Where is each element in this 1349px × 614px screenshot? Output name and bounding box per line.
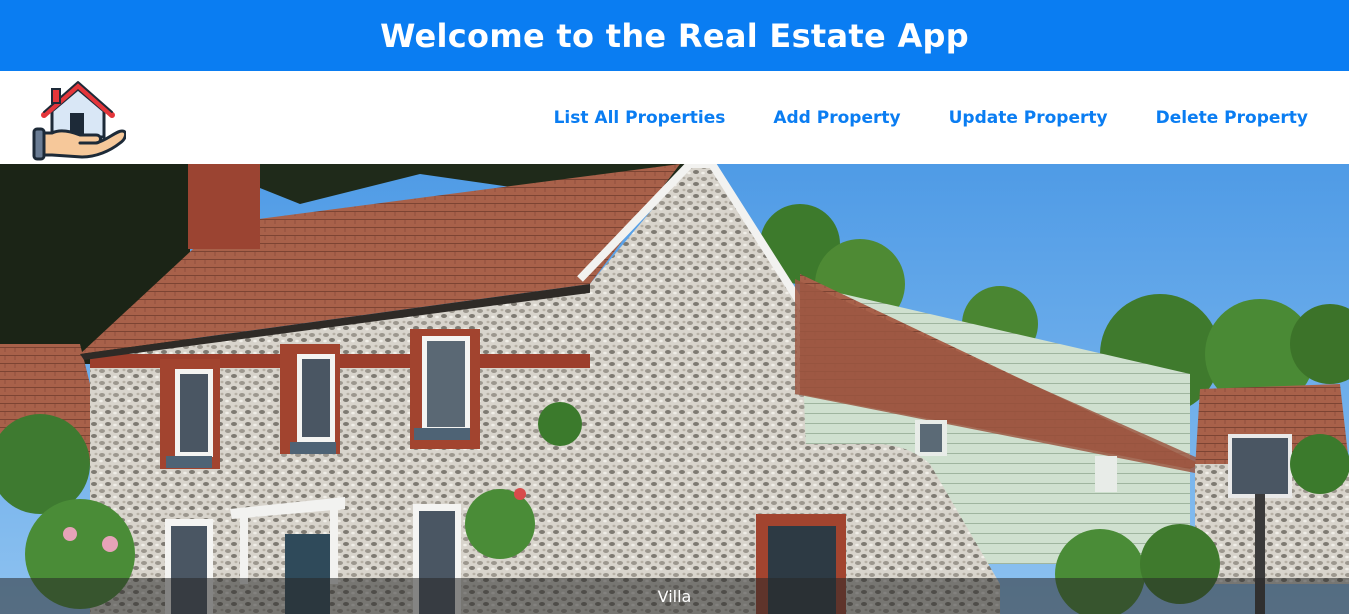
app-title: Welcome to the Real Estate App [380,16,969,55]
cottage-photo [0,164,1349,614]
nav-links: List All Properties Add Property Update … [530,71,1349,164]
hero-caption: Villa [0,578,1349,614]
house-in-hand-icon[interactable] [30,75,128,161]
nav-list-all-properties[interactable]: List All Properties [530,108,750,128]
nav-add-property[interactable]: Add Property [749,108,924,128]
navbar: List All Properties Add Property Update … [0,71,1349,164]
nav-update-property[interactable]: Update Property [925,108,1132,128]
app-header: Welcome to the Real Estate App [0,0,1349,71]
nav-delete-property[interactable]: Delete Property [1132,108,1349,128]
hero-caption-text: Villa [657,586,692,606]
hero-image: Villa [0,164,1349,614]
